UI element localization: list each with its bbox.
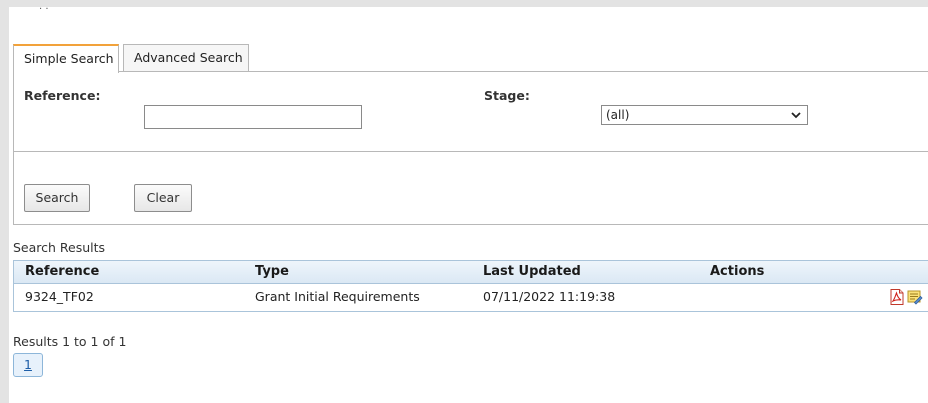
cell-type: Grant Initial Requirements <box>255 289 420 304</box>
results-summary: Results 1 to 1 of 1 <box>13 334 127 349</box>
stage-select[interactable]: (all) <box>601 105 808 125</box>
chevron-down-icon <box>791 111 801 118</box>
pdf-icon[interactable] <box>890 289 904 305</box>
stage-select-value: (all) <box>606 108 630 122</box>
cell-last-updated: 07/11/2022 11:19:38 <box>483 289 616 304</box>
column-header-reference[interactable]: Reference <box>25 264 99 279</box>
pagination-page-1[interactable]: 1 <box>13 353 43 377</box>
table-header: Reference Type Last Updated Actions <box>14 261 928 284</box>
search-button[interactable]: Search <box>24 184 90 212</box>
tab-advanced-search[interactable]: Advanced Search <box>123 44 249 71</box>
tab-simple-search[interactable]: Simple Search <box>13 44 119 73</box>
reference-input[interactable] <box>144 105 362 129</box>
stage-label: Stage: <box>484 88 530 103</box>
reference-label: Reference: <box>24 88 101 103</box>
results-title: Search Results <box>13 240 106 255</box>
results-table: Reference Type Last Updated Actions 9324… <box>13 260 928 312</box>
note-icon[interactable] <box>907 290 923 305</box>
column-header-last-updated[interactable]: Last Updated <box>483 264 581 279</box>
column-header-actions: Actions <box>710 264 765 279</box>
main-content: ‧ ‧ Simple Search Advanced Search Refere… <box>9 4 928 403</box>
panel-divider <box>14 151 928 152</box>
cell-reference: 9324_TF02 <box>25 289 94 304</box>
table-row[interactable]: 9324_TF02 Grant Initial Requirements 07/… <box>14 284 928 310</box>
search-panel: Reference: Stage: (all) Search Clear <box>13 71 928 225</box>
column-header-type[interactable]: Type <box>255 264 289 279</box>
clear-button[interactable]: Clear <box>134 184 192 212</box>
truncated-heading: ‧ ‧ <box>39 4 49 15</box>
